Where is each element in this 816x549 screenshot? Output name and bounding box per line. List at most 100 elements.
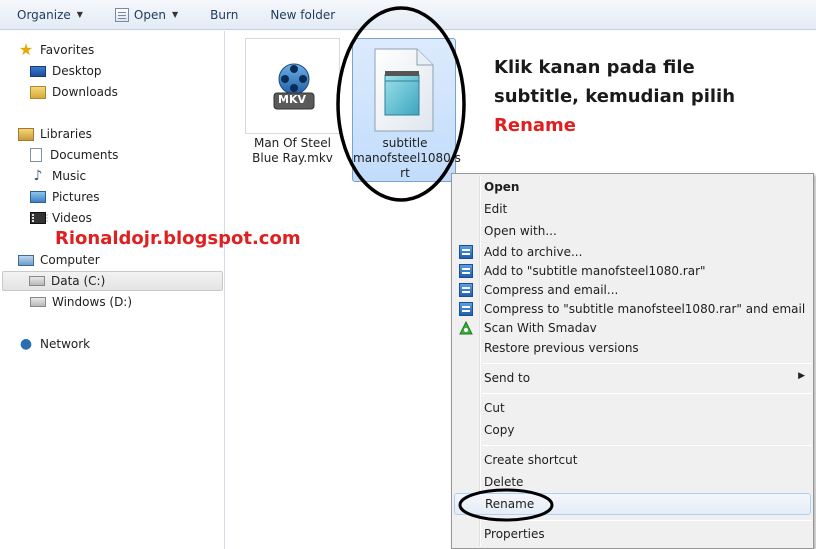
menu-item-copy[interactable]: Copy [454, 420, 811, 440]
documents-icon [30, 148, 42, 162]
winrar-icon [459, 264, 473, 278]
downloads-folder-icon [30, 85, 46, 99]
menu-item-cut[interactable]: Cut [454, 398, 811, 418]
open-label: Open [133, 7, 166, 22]
organize-button[interactable]: Organize ▼ [8, 0, 92, 30]
menu-item-edit[interactable]: Edit [454, 199, 811, 219]
burn-button[interactable]: Burn [201, 0, 247, 30]
videos-icon [30, 212, 48, 224]
computer-icon [18, 254, 34, 266]
menu-separator [482, 363, 812, 364]
pictures-icon [30, 191, 46, 203]
nav-windows-d[interactable]: Windows (D:) [30, 292, 132, 312]
menu-item-add-rar[interactable]: Add to "subtitle manofsteel1080.rar" [454, 261, 811, 281]
mkv-name-line1: Man Of Steel [253, 136, 332, 150]
nav-favorites[interactable]: ★ Favorites [18, 40, 94, 60]
new-folder-label: New folder [270, 7, 336, 22]
burn-label: Burn [210, 7, 239, 22]
menu-item-delete[interactable]: Delete [454, 472, 811, 492]
menu-item-open-with[interactable]: Open with... [454, 221, 811, 241]
network-icon: ● [19, 336, 33, 352]
nav-desktop-label: Desktop [52, 64, 102, 78]
menu-item-compress-email[interactable]: Compress and email... [454, 280, 811, 300]
nav-videos-label: Videos [52, 211, 92, 225]
nav-network-label: Network [40, 337, 91, 351]
nav-data-c-label: Data (C:) [51, 274, 106, 288]
libraries-icon [18, 127, 34, 141]
menu-copy-label: Copy [484, 423, 515, 437]
winrar-icon [459, 245, 473, 259]
menu-item-rename[interactable]: Rename [454, 493, 811, 515]
nav-downloads[interactable]: Downloads [30, 82, 118, 102]
srt-name-line2: manofsteel1080.s [353, 151, 461, 165]
annotation-line1: Klik kanan pada file [494, 57, 695, 78]
smadav-icon [459, 321, 473, 335]
new-folder-button[interactable]: New folder [261, 0, 344, 30]
menu-rename-label: Rename [485, 497, 535, 511]
windows-drive-icon [30, 297, 46, 307]
menu-add-rar-label: Add to "subtitle manofsteel1080.rar" [484, 264, 706, 278]
mkv-name-line2: Blue Ray.mkv [252, 151, 333, 165]
instruction-annotation: Klik kanan pada file subtitle, kemudian … [494, 53, 814, 140]
menu-item-create-shortcut[interactable]: Create shortcut [454, 450, 811, 470]
menu-item-scan-smadav[interactable]: Scan With Smadav [454, 318, 811, 338]
open-button[interactable]: Open ▼ [106, 0, 187, 30]
menu-item-properties[interactable]: Properties [454, 524, 811, 544]
blog-watermark: Rionaldojr.blogspot.com [55, 228, 301, 249]
nav-videos[interactable]: Videos [30, 208, 92, 228]
nav-pictures[interactable]: Pictures [30, 187, 100, 207]
music-icon: ♪ [33, 168, 43, 184]
nav-music[interactable]: ♪ Music [30, 166, 87, 186]
srt-name-line3: rt [400, 166, 410, 180]
desktop-icon [30, 65, 46, 77]
nav-libraries[interactable]: Libraries [18, 124, 92, 144]
nav-desktop[interactable]: Desktop [30, 61, 102, 81]
annotation-line3: Rename [494, 115, 576, 136]
nav-data-c[interactable]: Data (C:) [2, 271, 223, 291]
navigation-pane: ★ Favorites Desktop Downloads Libraries … [0, 31, 225, 549]
menu-scan-smadav-label: Scan With Smadav [484, 321, 597, 335]
menu-cut-label: Cut [484, 401, 505, 415]
menu-create-shortcut-label: Create shortcut [484, 453, 578, 467]
menu-edit-label: Edit [484, 202, 508, 216]
menu-open-label: Open [484, 180, 520, 194]
annotation-line2: subtitle, kemudian pilih [494, 86, 736, 107]
nav-documents-label: Documents [50, 148, 119, 162]
nav-downloads-label: Downloads [52, 85, 118, 99]
chevron-down-icon: ▼ [171, 10, 179, 19]
menu-send-to-label: Send to [484, 371, 531, 385]
submenu-arrow-icon: ▶ [798, 371, 805, 381]
nav-libraries-label: Libraries [40, 127, 92, 141]
nav-computer-label: Computer [40, 253, 100, 267]
nav-windows-d-label: Windows (D:) [52, 295, 133, 309]
menu-restore-label: Restore previous versions [484, 341, 639, 355]
nav-music-label: Music [52, 169, 87, 183]
menu-compress-email-label: Compress and email... [484, 283, 619, 297]
organize-label: Organize [17, 7, 71, 22]
file-tile-mkv[interactable] [245, 38, 340, 134]
file-tile-srt[interactable]: subtitle manofsteel1080.s rt [352, 38, 461, 182]
srt-name-line1: subtitle [382, 136, 428, 150]
menu-properties-label: Properties [484, 527, 545, 541]
menu-item-open[interactable]: Open [454, 177, 811, 197]
menu-separator [482, 445, 812, 446]
menu-delete-label: Delete [484, 475, 524, 489]
open-file-icon [114, 7, 129, 22]
star-icon: ★ [18, 40, 34, 59]
menu-open-with-label: Open with... [484, 224, 557, 238]
nav-network[interactable]: ● Network [18, 334, 90, 354]
hard-drive-icon [29, 276, 45, 286]
menu-item-restore[interactable]: Restore previous versions [454, 338, 811, 358]
menu-item-compress-rar-email[interactable]: Compress to "subtitle manofsteel1080.rar… [454, 299, 811, 319]
winrar-icon [459, 283, 473, 297]
menu-item-send-to[interactable]: Send to ▶ [454, 368, 811, 388]
notepad-file-icon [374, 48, 434, 132]
command-bar: Organize ▼ Open ▼ Burn New folder [0, 0, 816, 30]
menu-item-add-archive[interactable]: Add to archive... [454, 242, 811, 262]
srt-file-name: subtitle manofsteel1080.s rt [353, 136, 461, 181]
nav-documents[interactable]: Documents [30, 145, 118, 165]
mkv-badge: MKV [278, 93, 306, 106]
mkv-file-name: Man Of Steel Blue Ray.mkv [245, 136, 340, 166]
nav-pictures-label: Pictures [52, 190, 100, 204]
nav-computer[interactable]: Computer [18, 250, 100, 270]
